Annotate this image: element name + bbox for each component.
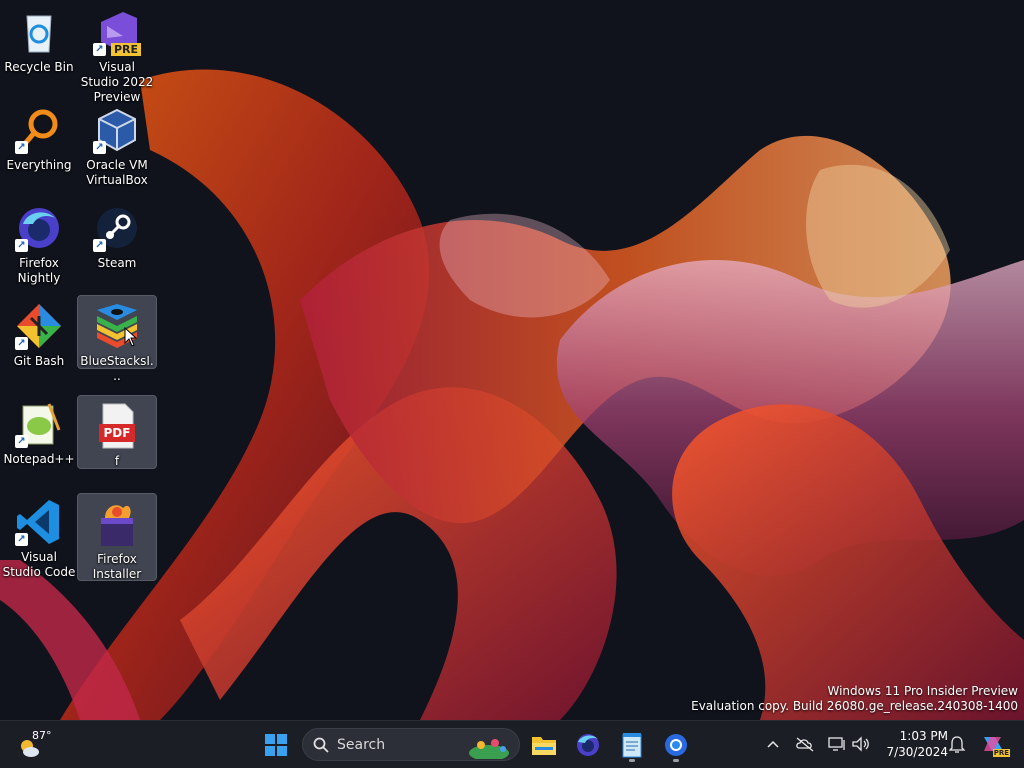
- cloud-off-icon: [796, 737, 814, 752]
- visual-studio-preview-icon: PRE ↗: [93, 8, 141, 56]
- shortcut-arrow-icon: ↗: [93, 239, 106, 252]
- firefox-installer-icon: [93, 500, 141, 548]
- vscode-icon: ↗: [15, 498, 63, 546]
- notifications-button[interactable]: [946, 733, 968, 755]
- desktop-icon-notepad-plus-plus[interactable]: ↗ Notepad++: [0, 394, 78, 488]
- copilot-pre-badge: PRE: [992, 749, 1010, 757]
- watermark-edition: Windows 11 Pro Insider Preview: [827, 684, 1018, 698]
- desktop-icon-everything[interactable]: ↗ Everything: [0, 100, 78, 194]
- desktop-icon-git-bash[interactable]: ↗ Git Bash: [0, 296, 78, 390]
- desktop-icon-visual-studio-preview[interactable]: PRE ↗ Visual Studio 2022 Preview: [78, 2, 156, 104]
- desktop-icon-label: Notepad++: [3, 452, 75, 466]
- pre-badge: PRE: [110, 43, 141, 56]
- shortcut-arrow-icon: ↗: [15, 141, 28, 154]
- pdf-file-icon: PDF: [93, 402, 141, 450]
- desktop-icon-firefox-installer[interactable]: Firefox Installer: [77, 493, 157, 581]
- virtualbox-cube-icon: ↗: [93, 106, 141, 154]
- notepad-icon: [622, 733, 642, 758]
- shortcut-arrow-icon: ↗: [93, 141, 106, 154]
- taskbar-notepad[interactable]: [614, 727, 650, 763]
- desktop-icon-label: Oracle VM VirtualBox: [86, 158, 148, 187]
- desktop-icon-bluestacks[interactable]: BlueStacksI...: [77, 295, 157, 383]
- desktop-icon-label: Git Bash: [13, 354, 65, 368]
- os-watermark: Windows 11 Pro Insider Preview Evaluatio…: [691, 684, 1018, 714]
- taskbar-firefox[interactable]: [570, 727, 606, 763]
- folder-icon: [532, 737, 556, 755]
- recycle-bin-icon: [15, 8, 63, 56]
- search-icon: [313, 737, 329, 753]
- clock-date: 7/30/2024: [886, 745, 948, 759]
- speaker-icon: [852, 736, 869, 752]
- shortcut-arrow-icon: ↗: [15, 435, 28, 448]
- desktop-icon-label: Recycle Bin: [4, 60, 74, 74]
- desktop-icon-steam[interactable]: ↗ Steam: [78, 198, 156, 292]
- volume-control[interactable]: [850, 733, 872, 755]
- shortcut-arrow-icon: ↗: [15, 337, 28, 350]
- pdf-badge: PDF: [103, 426, 131, 440]
- search-placeholder: Search: [337, 736, 386, 753]
- desktop-icon-label: Everything: [6, 158, 72, 172]
- shortcut-arrow-icon: ↗: [93, 43, 106, 56]
- desktop-icon-label: Visual Studio 2022 Preview: [80, 60, 154, 104]
- shortcut-arrow-icon: ↗: [15, 533, 28, 546]
- steam-icon: ↗: [93, 204, 141, 252]
- copilot-button[interactable]: PRE: [980, 733, 1010, 757]
- desktop-icon-label: BlueStacksI...: [80, 354, 154, 383]
- magnifier-icon: ↗: [15, 106, 63, 154]
- start-button[interactable]: [258, 727, 294, 763]
- watermark-build: Evaluation copy. Build 26080.ge_release.…: [691, 699, 1018, 713]
- git-bash-icon: ↗: [15, 302, 63, 350]
- desktop-icon-label: Visual Studio Code: [2, 550, 76, 579]
- desktop-icon-label: Firefox Nightly: [17, 256, 61, 285]
- network-status[interactable]: [826, 733, 848, 755]
- desktop-icon-virtualbox[interactable]: ↗ Oracle VM VirtualBox: [78, 100, 156, 194]
- taskbar-file-explorer[interactable]: [526, 727, 562, 763]
- running-indicator: [629, 759, 635, 762]
- windows-logo-icon: [265, 734, 287, 756]
- firefox-nightly-icon: ↗: [15, 204, 63, 252]
- desktop-icon-recycle-bin[interactable]: Recycle Bin: [0, 2, 78, 96]
- search-highlight-illustration-icon: [469, 739, 509, 759]
- onedrive-status[interactable]: [794, 733, 816, 755]
- taskbar: 87° Search 1:03 PM 7/30/2024 PRE: [0, 720, 1024, 768]
- network-monitor-icon: [828, 737, 845, 751]
- desktop-icon-firefox-nightly[interactable]: ↗ Firefox Nightly: [0, 198, 78, 292]
- clock-time: 1:03 PM: [899, 729, 948, 743]
- mouse-cursor-icon: [124, 327, 138, 347]
- weather-temp: 87°: [32, 729, 52, 742]
- running-indicator: [673, 759, 679, 762]
- taskbar-clock[interactable]: 1:03 PM 7/30/2024: [878, 728, 948, 760]
- desktop-icon-label: f: [114, 454, 120, 468]
- desktop-icon-pdf-file[interactable]: PDF f: [77, 395, 157, 469]
- desktop-icon-label: Firefox Installer: [92, 552, 142, 581]
- shortcut-arrow-icon: ↗: [15, 239, 28, 252]
- notepad-plus-plus-icon: ↗: [15, 400, 63, 448]
- chrome-icon: [665, 734, 687, 756]
- desktop-icon-label: Steam: [97, 256, 137, 270]
- bell-icon: [949, 736, 965, 753]
- taskbar-chrome[interactable]: [658, 727, 694, 763]
- weather-widget[interactable]: 87°: [14, 727, 64, 763]
- taskbar-search-box[interactable]: Search: [302, 728, 520, 761]
- show-hidden-icons-button[interactable]: [762, 733, 784, 755]
- firefox-icon: [577, 734, 599, 756]
- chevron-up-icon: [767, 740, 779, 748]
- desktop-icon-vscode[interactable]: ↗ Visual Studio Code: [0, 492, 78, 586]
